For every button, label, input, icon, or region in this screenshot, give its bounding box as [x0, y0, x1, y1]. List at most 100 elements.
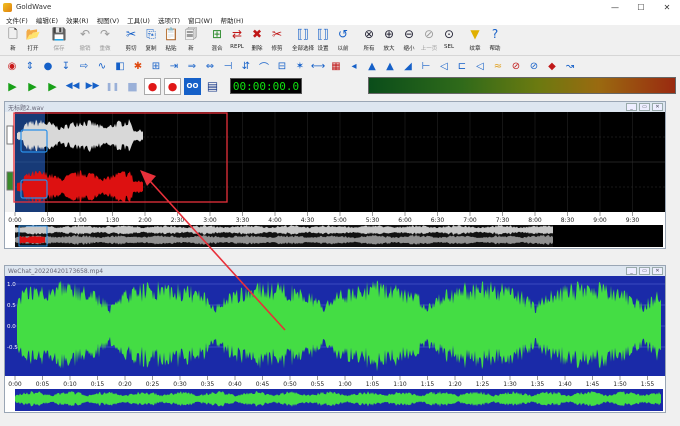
toolbar-label-2: 保存	[53, 46, 65, 52]
play-icon[interactable]: ▶	[4, 78, 21, 95]
effect-tool-icon-9[interactable]: ⇥	[166, 58, 182, 74]
toolbar-button-16[interactable]: ⊗ 所有	[359, 25, 379, 55]
menu-file[interactable]: 文件(F)	[2, 15, 32, 25]
toolbar-label-22: 帮助	[489, 46, 501, 52]
timeline-label: 1:05	[366, 381, 380, 388]
effect-tool-icon-5[interactable]: ∿	[94, 58, 110, 74]
effect-tool-icon-16[interactable]: ✶	[292, 58, 308, 74]
effect-tool-icon-31[interactable]: ↝	[562, 58, 578, 74]
toolbar-button-7[interactable]: 📋 粘贴	[161, 25, 181, 55]
effect-tool-icon-27[interactable]: ≈	[490, 58, 506, 74]
play-view-icon[interactable]: ▶	[44, 78, 61, 95]
menu-effects[interactable]: 效果(R)	[62, 15, 93, 25]
toolbar-button-19[interactable]: ⊘ 上一页	[419, 25, 439, 55]
effect-tool-icon-20[interactable]: ▲	[364, 58, 380, 74]
toolbar-button-2[interactable]: 💾 保存	[49, 25, 69, 55]
effect-tool-icon-3[interactable]: ↧	[58, 58, 74, 74]
toolbar-label-5: 剪切	[125, 46, 137, 52]
toolbar-button-14[interactable]: ⟦⟧ 设置	[313, 25, 333, 55]
menu-help[interactable]: 帮助(H)	[217, 15, 248, 25]
doc1-restore-button[interactable]: ▭	[639, 103, 650, 111]
level-meter	[368, 77, 676, 94]
effect-tool-icon-15[interactable]: ⊟	[274, 58, 290, 74]
toolbar-button-17[interactable]: ⊕ 放大	[379, 25, 399, 55]
effect-tool-icon-23[interactable]: ⊢	[418, 58, 434, 74]
toolbar-button-11[interactable]: ✖ 删除	[247, 25, 267, 55]
toolbar-button-21[interactable]: ▼ 纹章	[465, 25, 485, 55]
minimize-button[interactable]: —	[602, 0, 628, 14]
effect-tool-icon-12[interactable]: ⊣	[220, 58, 236, 74]
timeline-label: 1:30	[503, 381, 517, 388]
toolbar-button-5[interactable]: ✂ 剪切	[121, 25, 141, 55]
doc1-minimize-button[interactable]: _	[626, 103, 637, 111]
effect-tool-icon-14[interactable]: ⌒	[256, 58, 272, 74]
toolbar-button-13[interactable]: ⟦⟧ 全部选择	[292, 25, 314, 55]
timeline-label: 1:10	[393, 381, 407, 388]
maximize-button[interactable]: ☐	[628, 0, 654, 14]
toolbar-button-4[interactable]: ↷ 重做	[95, 25, 115, 55]
record-mode-icon[interactable]: OO	[184, 77, 201, 95]
toolbar-button-12[interactable]: ✂ 修剪	[267, 25, 287, 55]
toolbar-button-9[interactable]: ⊞ 混合	[207, 25, 227, 55]
effect-tool-icon-10[interactable]: ⇒	[184, 58, 200, 74]
device-monitor-icon[interactable]: ▤	[204, 78, 221, 95]
toolbar-button-15[interactable]: ↺ 以前	[333, 25, 353, 55]
fast-forward-icon[interactable]: ▶▶	[84, 78, 101, 95]
effect-tool-icon-4[interactable]: ⇨	[76, 58, 92, 74]
toolbar-button-10[interactable]: ⇄ REPL	[227, 25, 247, 55]
effect-tool-icon-28[interactable]: ⊘	[508, 58, 524, 74]
amplitude-label: 0.5	[7, 303, 16, 309]
rewind-icon[interactable]: ◀◀	[64, 78, 81, 95]
play-selection-icon[interactable]: ▶	[24, 78, 41, 95]
waveform-view-2[interactable]: 1.0 0.5 0.0 -0.5 0:00 0:05 0:10 0:15 0:20 0:25 0:3…	[5, 276, 665, 420]
menu-edit[interactable]: 编辑(E)	[32, 15, 62, 25]
toolbar-label-14: 设置	[317, 46, 329, 52]
timeline-label: 1:50	[613, 381, 627, 388]
effect-tool-icon-13[interactable]: ⇵	[238, 58, 254, 74]
toolbar-button-18[interactable]: ⊖ 缩小	[399, 25, 419, 55]
record-selection-icon[interactable]: ●	[164, 77, 181, 95]
effect-tool-icon-18[interactable]: ▦	[328, 58, 344, 74]
doc2-minimize-button[interactable]: _	[626, 267, 637, 275]
timeline-label: 7:00	[463, 217, 477, 224]
record-icon[interactable]: ●	[144, 77, 161, 95]
toolbar-button-6[interactable]: ⎘ 复制	[141, 25, 161, 55]
effect-tool-icon-19[interactable]: ◂	[346, 58, 362, 74]
toolbar-button-8[interactable]: 🗐 新	[181, 25, 201, 55]
effect-tool-icon-8[interactable]: ⊞	[148, 58, 164, 74]
effect-tool-icon-21[interactable]: ▲	[382, 58, 398, 74]
effect-tool-icon-24[interactable]: ◁	[436, 58, 452, 74]
effect-tool-icon-0[interactable]: ◉	[4, 58, 20, 74]
toolbar-button-3[interactable]: ↶ 撤销	[75, 25, 95, 55]
effect-tool-icon-2[interactable]: ●	[40, 58, 56, 74]
effect-tool-icon-11[interactable]: ⇔	[202, 58, 218, 74]
effect-tool-icon-17[interactable]: ⟷	[310, 58, 326, 74]
menu-view[interactable]: 视图(V)	[93, 15, 124, 25]
timeline-label: 9:30	[626, 217, 640, 224]
toolbar-button-0[interactable]: 🗋 新	[3, 25, 23, 55]
doc2-restore-button[interactable]: ▭	[639, 267, 650, 275]
doc2-close-button[interactable]: ✕	[652, 267, 663, 275]
doc1-close-button[interactable]: ✕	[652, 103, 663, 111]
effect-tool-icon-22[interactable]: ◢	[400, 58, 416, 74]
toolbar-button-20[interactable]: ⊙ SEL	[439, 25, 459, 55]
stop-icon[interactable]: ■	[124, 78, 141, 95]
waveform-view-1[interactable]: 0:00 0:30 1:00 1:30 2:00 2:30 3:00 3:30 4:00 4:30…	[5, 112, 665, 255]
close-button[interactable]: ✕	[654, 0, 680, 14]
toolbar-icon-8: 🗐	[185, 27, 197, 41]
menu-tools[interactable]: 工具(U)	[123, 15, 154, 25]
effect-tool-icon-25[interactable]: ⊏	[454, 58, 470, 74]
effect-tool-icon-7[interactable]: ✱	[130, 58, 146, 74]
effect-tool-icon-29[interactable]: ⊘	[526, 58, 542, 74]
effect-tool-icon-26[interactable]: ◁	[472, 58, 488, 74]
menu-options[interactable]: 选项(T)	[154, 15, 184, 25]
toolbar-button-1[interactable]: 📂 打开	[23, 25, 43, 55]
toolbar-label-7: 粘贴	[165, 46, 177, 52]
toolbar-button-22[interactable]: ? 帮助	[485, 25, 505, 55]
effect-tool-icon-30[interactable]: ◆	[544, 58, 560, 74]
menu-window[interactable]: 窗口(W)	[184, 15, 217, 25]
effect-tool-icon-6[interactable]: ◧	[112, 58, 128, 74]
pause-icon[interactable]: ❚❚	[104, 78, 121, 95]
overview-empty-1	[553, 225, 663, 247]
effect-tool-icon-1[interactable]: ⇕	[22, 58, 38, 74]
